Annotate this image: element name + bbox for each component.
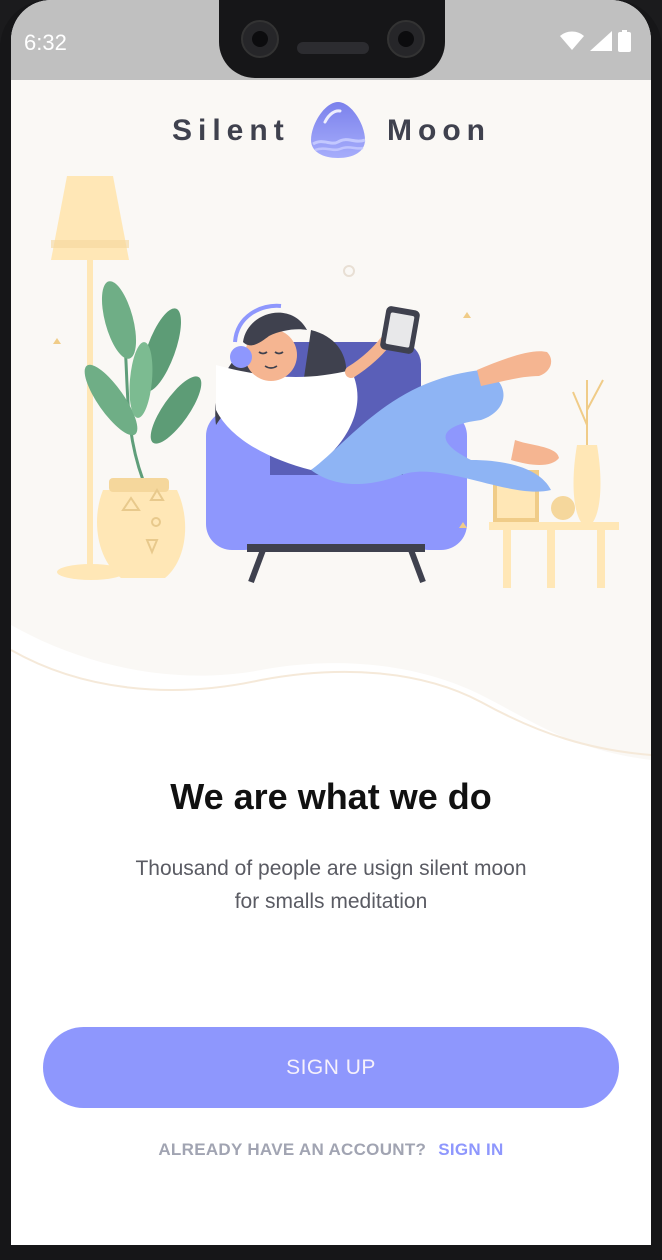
status-time: 6:32 [24, 30, 67, 55]
sign-in-link[interactable]: SIGN IN [438, 1140, 503, 1159]
front-camera-left [241, 20, 279, 58]
subtitle-line-1: Thousand of people are usign silent moon [135, 857, 527, 880]
onboarding-subtitle: Thousand of people are usign silent moon… [11, 852, 651, 918]
sign-in-prompt: ALREADY HAVE AN ACCOUNT? SIGN IN [11, 1140, 651, 1160]
front-camera-right [387, 20, 425, 58]
moon-logo-icon [311, 102, 366, 158]
already-have-account-label: ALREADY HAVE AN ACCOUNT? [158, 1140, 427, 1159]
onboarding-headline: We are what we do [170, 776, 492, 817]
wifi-icon [560, 31, 584, 50]
hero-illustration [11, 80, 651, 760]
status-bar: 6:32 [11, 0, 651, 80]
subtitle-line-2: for smalls meditation [234, 890, 428, 913]
brand-header: Silent Moon [11, 100, 651, 164]
screen: 6:32 Silent Moon We are what we do Thous… [11, 0, 651, 1245]
earpiece-speaker [297, 42, 369, 54]
status-icons [560, 28, 631, 54]
battery-icon [618, 30, 631, 52]
brand-name-right: Moon [387, 114, 491, 147]
signal-icon [590, 31, 612, 51]
sign-up-button[interactable]: SIGN UP [43, 1027, 619, 1108]
phone-frame: 6:32 Silent Moon We are what we do Thous… [0, 0, 662, 1260]
camera-notch [219, 0, 445, 78]
brand-name-left: Silent [172, 114, 290, 147]
